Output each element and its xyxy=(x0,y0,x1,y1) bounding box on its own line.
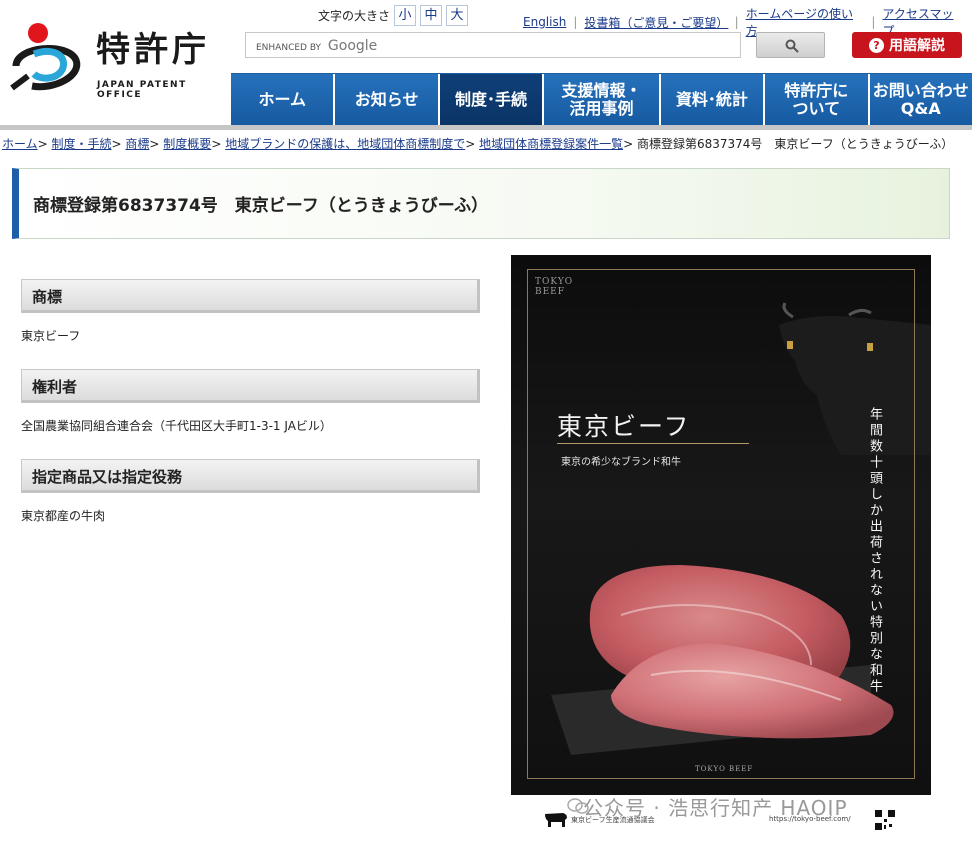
nav-news[interactable]: お知らせ xyxy=(335,74,440,126)
logo-subtitle: JAPAN PATENT OFFICE xyxy=(97,80,187,100)
cow-logo-icon xyxy=(545,813,567,827)
breadcrumb: ホーム> 制度・手続> 商標> 制度概要> 地域ブランドの保護は、地域団体商標制… xyxy=(2,137,954,151)
font-size-large-button[interactable]: 大 xyxy=(446,5,469,26)
section-heading-label: 商標 xyxy=(32,288,63,306)
glossary-label: 用語解説 xyxy=(889,38,945,54)
breadcrumb-current: 商標登録第6837374号 東京ビーフ（とうきょうびーふ） xyxy=(636,137,954,151)
breadcrumb-home[interactable]: ホーム xyxy=(2,137,38,151)
nav-support-cases[interactable]: 支援情報・活用事例 xyxy=(544,74,661,126)
font-size-medium-button[interactable]: 中 xyxy=(420,5,443,26)
page-title-box: 商標登録第6837374号 東京ビーフ（とうきょうびーふ） xyxy=(12,168,950,239)
breadcrumb-regional-list[interactable]: 地域団体商標登録案件一覧 xyxy=(479,137,623,151)
watermark: 公众号 · 浩思行知产 HAOIP xyxy=(583,796,848,820)
search-button[interactable] xyxy=(756,32,825,58)
english-link[interactable]: English xyxy=(516,15,573,29)
nav-contact-qa[interactable]: お問い合わせQ&A xyxy=(869,74,972,126)
breadcrumb-system[interactable]: 制度・手続 xyxy=(52,137,112,151)
search-placeholder-prefix: ENHANCED BY xyxy=(256,43,322,53)
jpo-logo[interactable]: 特許庁 JAPAN PATENT OFFICE xyxy=(10,20,210,100)
qr-code-icon xyxy=(874,809,896,831)
trademark-poster-image: TOKYO BEEF 東京ビーフ 東京の希少なブランド和牛 年間数十頭しか出荷さ… xyxy=(511,255,931,795)
poster-vertical-text: 年間数十頭しか出荷されない特別な和牛 xyxy=(867,407,882,695)
poster-main-text: 東京ビーフ xyxy=(557,412,691,441)
nav-system-procedures[interactable]: 制度･手続 xyxy=(439,74,545,126)
section-heading-label: 指定商品又は指定役務 xyxy=(32,468,183,486)
trademark-value: 東京ビーフ xyxy=(21,329,81,343)
section-heading-goods: 指定商品又は指定役務 xyxy=(21,459,480,493)
nav-about-label: 特許庁について xyxy=(784,81,849,118)
nav-underline xyxy=(0,125,972,130)
question-icon: ? xyxy=(869,37,884,53)
section-heading-trademark: 商標 xyxy=(21,279,480,313)
search-icon xyxy=(785,39,799,53)
page-title: 商標登録第6837374号 東京ビーフ（とうきょうびーふ） xyxy=(33,196,489,216)
rightholder-value: 全国農業協同組合連合会（千代田区大手町1-3-1 JAビル） xyxy=(21,419,332,433)
section-heading-rightholder: 権利者 xyxy=(21,369,480,403)
section-heading-label: 権利者 xyxy=(32,378,78,396)
font-size-small-button[interactable]: 小 xyxy=(394,5,417,26)
breadcrumb-overview[interactable]: 制度概要 xyxy=(163,137,211,151)
glossary-button[interactable]: ? 用語解説 xyxy=(852,32,962,58)
search-placeholder-brand: Google xyxy=(327,38,378,54)
search-input[interactable]: ENHANCED BY Google xyxy=(245,32,741,58)
poster-frame xyxy=(527,269,915,779)
search-placeholder: ENHANCED BY Google xyxy=(256,38,377,54)
font-size-selector: 文字の大きさ 小 中 大 xyxy=(318,5,469,26)
poster-sub-text: 東京の希少なブランド和牛 xyxy=(561,457,681,468)
nav-about[interactable]: 特許庁について xyxy=(765,74,870,126)
font-size-label: 文字の大きさ xyxy=(318,9,391,23)
nav-contact-qa-label: お問い合わせQ&A xyxy=(872,81,969,118)
poster-corner-logo: TOKYO BEEF xyxy=(535,277,574,297)
nav-home[interactable]: ホーム xyxy=(231,74,336,126)
breadcrumb-trademark[interactable]: 商標 xyxy=(125,137,149,151)
jpo-emblem-icon xyxy=(10,23,81,91)
nav-support-cases-label: 支援情報・活用事例 xyxy=(561,81,642,118)
poster-bottom-text: TOKYO BEEF xyxy=(695,765,754,773)
breadcrumb-regional-brand[interactable]: 地域ブランドの保護は、地域団体商標制度で xyxy=(225,137,465,151)
logo-title: 特許庁 xyxy=(96,30,210,70)
feedback-link[interactable]: 投書箱（ご意見・ご要望） xyxy=(577,14,734,31)
poster-rule xyxy=(557,443,749,444)
goods-value: 東京都産の牛肉 xyxy=(21,509,106,523)
main-nav: ホーム お知らせ 制度･手続 支援情報・活用事例 資料･統計 特許庁について お… xyxy=(231,73,972,126)
nav-materials-stats[interactable]: 資料･統計 xyxy=(660,74,766,126)
